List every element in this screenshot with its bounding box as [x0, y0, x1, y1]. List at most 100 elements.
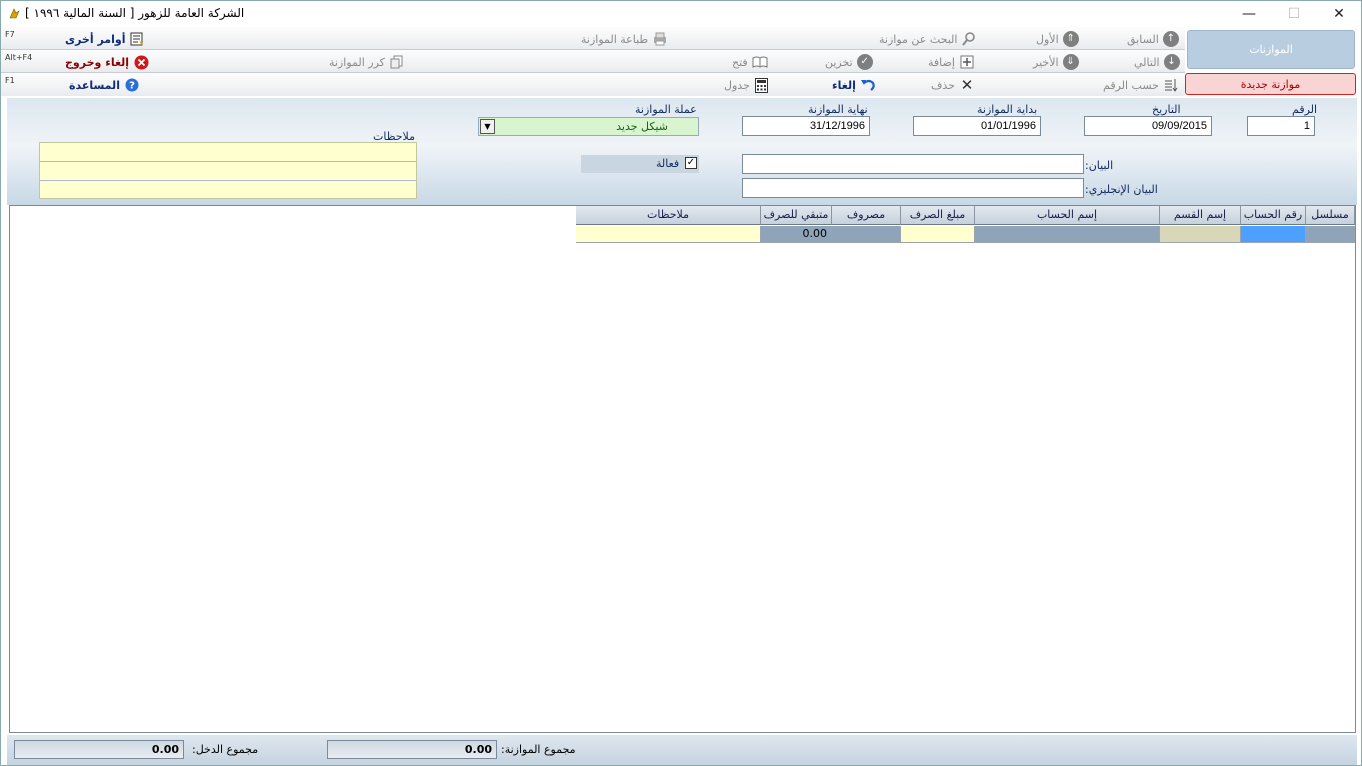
- previous-record-button[interactable]: ↑ السابق: [1127, 29, 1179, 49]
- cell-department-name[interactable]: [1160, 226, 1241, 243]
- search-budget-label: البحث عن موازنة: [879, 32, 958, 46]
- first-record-label: الأول: [1036, 32, 1059, 46]
- first-record-button[interactable]: ⇑ الأول: [1036, 29, 1079, 49]
- description-label: البيان:: [1085, 159, 1114, 172]
- printer-icon: [652, 31, 668, 47]
- currency-label: عملة الموازنة: [635, 103, 697, 116]
- cancel-exit-button[interactable]: إلغاء وخروج: [65, 52, 149, 72]
- delete-label: حذف: [931, 78, 955, 92]
- close-window-button[interactable]: ✕: [1316, 1, 1362, 27]
- number-label: الرقم: [1292, 103, 1318, 116]
- book-icon: [752, 54, 768, 70]
- cell-account-name[interactable]: [975, 226, 1160, 243]
- dropdown-arrow-icon[interactable]: ▼: [480, 119, 495, 134]
- budget-total-value: 0.00: [327, 740, 497, 759]
- print-budget-button[interactable]: طباعة الموازنة: [581, 29, 668, 49]
- maximize-button[interactable]: ☐: [1271, 1, 1317, 27]
- totals-bar: 0.00 مجموع الدخل: 0.00 مجموع الموازنة:: [7, 735, 1357, 765]
- cancel-exit-label: إلغاء وخروج: [65, 55, 130, 69]
- active-label: فعالة: [656, 157, 680, 170]
- cell-account-number[interactable]: [1241, 226, 1306, 243]
- description-field[interactable]: [742, 154, 1084, 174]
- down-arrow-icon: ↓: [1163, 54, 1180, 70]
- save-button[interactable]: ✓ تخزين: [825, 52, 873, 72]
- cell-notes[interactable]: [576, 226, 761, 243]
- open-button[interactable]: فتح: [732, 52, 768, 72]
- end-date-field[interactable]: [742, 116, 870, 136]
- notes-field[interactable]: [39, 142, 417, 199]
- shortcut-f7: F7: [5, 30, 15, 39]
- currency-value: شيكل جديد: [616, 120, 668, 133]
- column-header-serial[interactable]: مسلسل: [1306, 206, 1355, 225]
- sort-by-number-button[interactable]: حسب الرقم: [1103, 75, 1179, 95]
- number-field[interactable]: [1247, 116, 1315, 136]
- search-budget-button[interactable]: البحث عن موازنة: [879, 29, 977, 49]
- last-arrow-icon: ⇓: [1062, 54, 1079, 70]
- column-header-spend-amount[interactable]: مبلغ الصرف: [901, 206, 975, 225]
- start-date-label: بداية الموازنة: [977, 103, 1038, 116]
- budget-form-panel: الرقم التاريخ بداية الموازنة نهاية الموا…: [7, 98, 1357, 205]
- undo-icon: [860, 77, 876, 93]
- column-header-spent[interactable]: مصروف: [832, 206, 901, 225]
- other-commands-label: أوامر أخرى: [65, 32, 126, 46]
- add-button[interactable]: إضافة: [928, 52, 975, 72]
- next-record-label: التالي: [1134, 55, 1160, 69]
- table-label: جدول: [724, 78, 750, 92]
- column-header-remaining[interactable]: متبقي للصرف: [761, 206, 832, 225]
- repeat-budget-button[interactable]: كرر الموازنة: [329, 52, 405, 72]
- next-record-button[interactable]: ↓ التالي: [1134, 52, 1180, 72]
- help-button[interactable]: ? المساعدة: [69, 75, 140, 95]
- active-checkbox-row[interactable]: ✓ فعالة: [581, 155, 699, 173]
- minimize-button[interactable]: —: [1226, 1, 1272, 27]
- repeat-budget-label: كرر الموازنة: [329, 55, 385, 69]
- search-icon: [961, 31, 977, 47]
- income-total-label: مجموع الدخل:: [192, 743, 259, 756]
- add-label: إضافة: [928, 55, 955, 69]
- title-bar: الشركة العامة للزهور [ السنة المالية ١٩٩…: [1, 1, 1361, 27]
- cancel-button[interactable]: إلغاء: [832, 75, 876, 95]
- column-header-account-name[interactable]: إسم الحساب: [975, 206, 1160, 225]
- cancel-label: إلغاء: [832, 78, 856, 92]
- last-record-button[interactable]: ⇓ الأخير: [1033, 52, 1079, 72]
- column-header-notes[interactable]: ملاحظات: [576, 206, 761, 225]
- close-circle-icon: [133, 54, 149, 70]
- add-icon: [959, 54, 975, 70]
- window-title: الشركة العامة للزهور [ السنة المالية ١٩٩…: [25, 6, 245, 20]
- cell-serial[interactable]: [1306, 226, 1355, 243]
- date-field[interactable]: [1084, 116, 1212, 136]
- application-window: الشركة العامة للزهور [ السنة المالية ١٩٩…: [0, 0, 1362, 766]
- cell-spent[interactable]: [832, 226, 901, 243]
- budgets-button[interactable]: الموازنات: [1187, 30, 1355, 69]
- other-commands-button[interactable]: أوامر أخرى: [65, 29, 145, 49]
- cell-remaining[interactable]: 0.00: [761, 226, 832, 243]
- toolbar-row-1: F7 أوامر أخرى طباعة الموازنة البحث عن مو…: [1, 27, 1185, 50]
- table-button[interactable]: جدول: [724, 75, 770, 95]
- budget-total-label: مجموع الموازنة:: [501, 743, 576, 756]
- column-header-account-number[interactable]: رقم الحساب: [1241, 206, 1306, 225]
- sort-by-number-label: حسب الرقم: [1103, 78, 1159, 92]
- calculator-icon: [754, 77, 770, 93]
- start-date-field[interactable]: [913, 116, 1041, 136]
- date-label: التاريخ: [1152, 103, 1181, 116]
- cell-spend-amount[interactable]: [901, 226, 975, 243]
- save-label: تخزين: [825, 55, 853, 69]
- previous-record-label: السابق: [1127, 32, 1159, 46]
- shortcut-alt-f4: Alt+F4: [5, 53, 33, 62]
- first-arrow-icon: ⇑: [1062, 31, 1079, 47]
- sort-icon: [1163, 77, 1179, 93]
- english-description-label: البيان الإنجليزي:: [1085, 183, 1158, 196]
- toolbar-row-3: F1 ? المساعدة جدول إلغاء ✕ حذف حسب الرقم: [1, 73, 1185, 96]
- english-description-field[interactable]: [742, 178, 1084, 198]
- column-header-department-name[interactable]: إسم القسم: [1160, 206, 1241, 225]
- app-logo-icon: [9, 8, 20, 19]
- delete-x-icon: ✕: [960, 75, 974, 94]
- budget-grid[interactable]: مسلسل رقم الحساب إسم القسم إسم الحساب مب…: [9, 205, 1356, 733]
- active-checkbox[interactable]: ✓: [685, 157, 697, 169]
- currency-select[interactable]: ▼ شيكل جديد: [478, 117, 699, 136]
- copy-icon: [389, 54, 405, 70]
- end-date-label: نهاية الموازنة: [808, 103, 868, 116]
- check-circle-icon: ✓: [856, 54, 873, 70]
- delete-button[interactable]: ✕ حذف: [931, 75, 975, 95]
- new-budget-button[interactable]: موازنة جديدة: [1185, 73, 1356, 95]
- svg-text:?: ?: [129, 81, 135, 92]
